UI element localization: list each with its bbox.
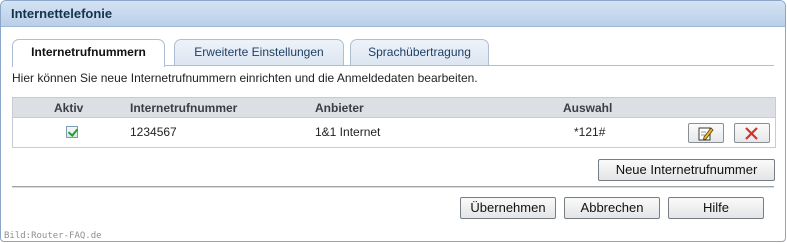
cell-anbieter: 1&1 Internet <box>315 125 381 139</box>
apply-button[interactable]: Übernehmen <box>460 197 556 219</box>
internet-telephony-panel: Internettelefonie Internetrufnummern Erw… <box>0 0 786 242</box>
column-header-internetrufnummer: Internetrufnummer <box>130 101 238 115</box>
column-header-auswahl: Auswahl <box>563 101 613 115</box>
table-row: 1234567 1&1 Internet *121# <box>13 118 775 147</box>
cancel-button[interactable]: Abbrechen <box>564 197 660 219</box>
new-number-button[interactable]: Neue Internetrufnummer <box>598 159 775 181</box>
column-header-anbieter: Anbieter <box>315 101 364 115</box>
edit-button[interactable] <box>688 123 724 143</box>
tab-sprachuebertragung[interactable]: Sprachübertragung <box>350 39 489 66</box>
panel-title: Internettelefonie <box>1 1 785 27</box>
tab-internetrufnummern[interactable]: Internetrufnummern <box>12 39 165 67</box>
footer-divider <box>12 186 774 188</box>
numbers-table: Aktiv Internetrufnummer Anbieter Auswahl… <box>12 97 776 148</box>
intro-text: Hier können Sie neue Internetrufnummern … <box>12 71 478 85</box>
image-credit-watermark: Bild:Router-FAQ.de <box>4 231 102 241</box>
aktiv-checkbox[interactable] <box>66 126 78 138</box>
table-header: Aktiv Internetrufnummer Anbieter Auswahl <box>13 98 775 118</box>
cell-nummer: 1234567 <box>130 125 177 139</box>
help-button[interactable]: Hilfe <box>668 197 764 219</box>
delete-x-icon <box>745 127 758 140</box>
column-header-aktiv: Aktiv <box>54 101 84 115</box>
tab-erweiterte-einstellungen[interactable]: Erweiterte Einstellungen <box>174 39 344 66</box>
cell-auswahl: *121# <box>574 125 606 139</box>
edit-icon <box>698 127 714 141</box>
delete-button[interactable] <box>734 123 770 143</box>
